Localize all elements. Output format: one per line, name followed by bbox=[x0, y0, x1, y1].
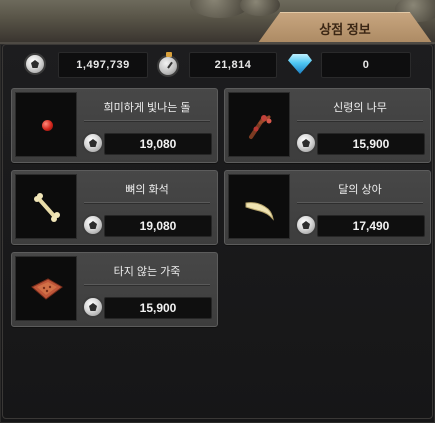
bone-fossil-icon bbox=[34, 193, 60, 222]
divider bbox=[84, 120, 210, 122]
unburnt-leather-icon bbox=[31, 278, 63, 300]
item-name: 뼈의 화석 bbox=[125, 184, 169, 196]
item-price: 15,900 bbox=[104, 297, 212, 319]
coin-icon bbox=[82, 296, 104, 318]
coin-icon bbox=[295, 214, 317, 236]
coin-icon bbox=[295, 132, 317, 154]
shop-item-glowing-stone[interactable]: 희미하게 빛나는 돌 19,080 bbox=[11, 88, 218, 163]
shop-item-unburnt-leather[interactable]: 타지 않는 가죽 15,900 bbox=[11, 252, 218, 327]
divider bbox=[84, 284, 210, 286]
item-thumbnail bbox=[15, 92, 77, 157]
divider bbox=[297, 202, 423, 204]
shop-item-spirit-wood[interactable]: 신령의 나무 15,900 bbox=[224, 88, 431, 163]
item-thumbnail bbox=[15, 174, 77, 239]
divider bbox=[84, 202, 210, 204]
item-price: 15,900 bbox=[317, 133, 425, 155]
item-thumbnail bbox=[15, 256, 77, 321]
shop-item-moon-ivory[interactable]: 달의 상아 17,490 bbox=[224, 170, 431, 245]
gem-balance: 0 bbox=[321, 52, 411, 78]
item-price: 19,080 bbox=[104, 133, 212, 155]
shop-item-bone-fossil[interactable]: 뼈의 화석 19,080 bbox=[11, 170, 218, 245]
stamina-balance: 21,814 bbox=[189, 52, 277, 78]
item-name: 신령의 나무 bbox=[333, 102, 387, 114]
item-name: 희미하게 빛나는 돌 bbox=[103, 102, 191, 114]
item-thumbnail bbox=[228, 92, 290, 157]
item-thumbnail bbox=[228, 174, 290, 239]
glowing-stone-icon bbox=[42, 120, 53, 131]
item-price: 17,490 bbox=[317, 215, 425, 237]
stamina-icon bbox=[157, 52, 179, 77]
moon-ivory-icon bbox=[245, 202, 274, 221]
item-price: 19,080 bbox=[104, 215, 212, 237]
coin-icon bbox=[82, 132, 104, 154]
item-name: 타지 않는 가죽 bbox=[113, 266, 181, 278]
spirit-wood-icon bbox=[249, 115, 272, 139]
item-name: 달의 상아 bbox=[338, 184, 382, 196]
coin-icon bbox=[82, 214, 104, 236]
divider bbox=[297, 120, 423, 122]
coin-icon bbox=[24, 53, 46, 75]
shop-info-title: 상점 정보 bbox=[319, 22, 371, 37]
coin-balance: 1,497,739 bbox=[58, 52, 148, 78]
